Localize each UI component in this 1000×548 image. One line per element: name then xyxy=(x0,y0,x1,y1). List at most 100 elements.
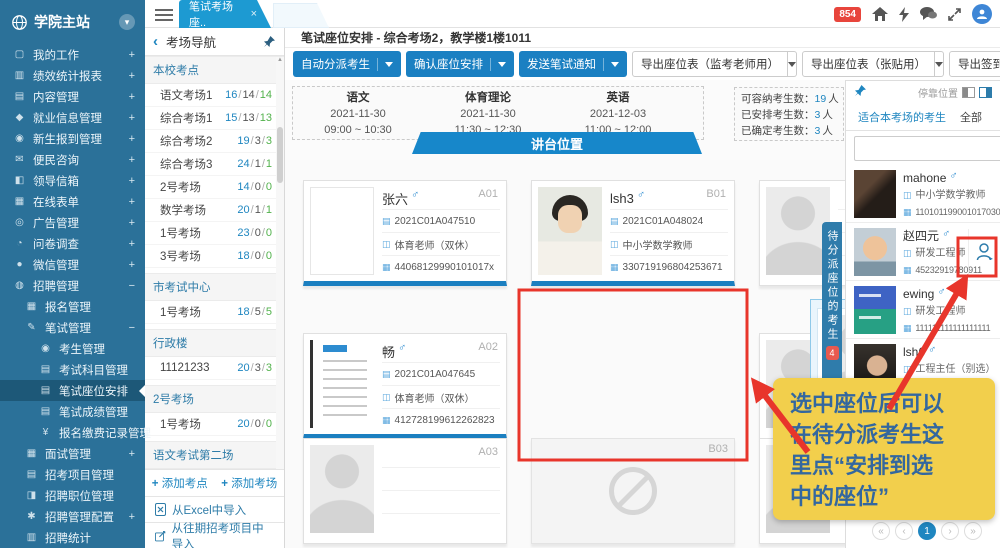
room-item[interactable]: 1号考场2300 xyxy=(145,222,284,245)
room-item[interactable]: 综合考场1151313 xyxy=(145,107,284,130)
import-history-button[interactable]: 从往期招考项目中导入 xyxy=(145,522,284,548)
dock-right-icon[interactable] xyxy=(979,87,992,98)
room-item[interactable]: 数学考场2011 xyxy=(145,199,284,222)
caret-down-icon[interactable] xyxy=(490,58,506,71)
tab-title: 笔试考场座.. xyxy=(189,0,245,30)
room-item[interactable]: 1号考场2000 xyxy=(145,413,284,436)
close-icon[interactable]: × xyxy=(251,8,257,20)
site-section-header[interactable]: 2号考场 xyxy=(145,385,284,413)
room-item[interactable]: 3号考场1800 xyxy=(145,245,284,268)
sidebar-item-online-form[interactable]: ▦在线表单+ xyxy=(0,191,145,212)
add-room-button[interactable]: + 添加考场 xyxy=(221,475,277,491)
assign-to-seat-button[interactable] xyxy=(968,229,1000,274)
pin-icon[interactable] xyxy=(854,84,867,100)
sidebar-item-leader-mailbox[interactable]: ◧领导信箱+ xyxy=(0,170,145,191)
user-avatar[interactable] xyxy=(972,4,992,24)
seat-card-a02[interactable]: A02 畅♂ ▤2021C01A047645 ◫体育老师（双休） ▦412728… xyxy=(303,333,507,439)
job-icon: ◫ xyxy=(903,364,912,374)
room-item[interactable]: 2号考场1400 xyxy=(145,176,284,199)
page-last-button[interactable]: » xyxy=(964,522,982,540)
sidebar-item-survey[interactable]: ◔问卷调查+ xyxy=(0,233,145,254)
sidebar-item-candidate-mgmt[interactable]: ◉考生管理 xyxy=(0,338,145,359)
sidebar-item-score-mgmt[interactable]: ▤笔试成绩管理 xyxy=(0,401,145,422)
site-section-header[interactable]: 语文考试第二场 xyxy=(145,441,284,469)
yen-icon: ¥ xyxy=(38,427,53,438)
tab-suitable-candidates[interactable]: 适合本考场的考生 xyxy=(846,109,954,125)
sidebar-item-performance-report[interactable]: ▥绩效统计报表+ xyxy=(0,65,145,86)
sidebar-item-written-exam-mgmt[interactable]: ✎笔试管理− xyxy=(0,317,145,338)
home-icon[interactable] xyxy=(872,7,888,21)
sidebar-item-new-student[interactable]: ◉新生报到管理+ xyxy=(0,128,145,149)
tab-exam-room-seat[interactable]: 笔试考场座.. × xyxy=(179,0,271,28)
menu-icon[interactable] xyxy=(155,6,173,21)
auto-assign-button[interactable]: 自动分派考生 xyxy=(293,51,401,77)
waiting-candidates-tab[interactable]: 待分派座位的考生 4 xyxy=(822,222,842,394)
idcard-icon: ▦ xyxy=(903,207,911,217)
candidate-row-zhaosiyuan[interactable]: 赵四元♂ ◫研发工程师 ▦45232919780911 xyxy=(846,223,1000,281)
export-signin-button[interactable]: 导出签到表 xyxy=(949,51,1000,77)
room-item[interactable]: 111212332033 xyxy=(145,357,284,380)
sidebar-item-recruit-config[interactable]: ✱招聘管理配置+ xyxy=(0,506,145,527)
export-post-button[interactable]: 导出座位表（张贴用） xyxy=(802,51,935,77)
tab-all-candidates[interactable]: 全部 xyxy=(960,109,1000,125)
export-invigilator-button[interactable]: 导出座位表（监考老师用） xyxy=(632,51,788,77)
resize-icon[interactable] xyxy=(948,8,961,21)
candidate-row-ewing[interactable]: ewing♂ ◫研发工程师 ▦111111111111111111 xyxy=(846,281,1000,339)
idcard-icon: ▦ xyxy=(903,323,911,333)
seat-card-b01[interactable]: B01 lsh3♂ ▤2021C01A048024 ◫中小学数学教师 ▦3307… xyxy=(531,180,735,286)
seat-card-b03-blocked[interactable]: B03 xyxy=(531,438,735,544)
room-item[interactable]: 1号考场1855 xyxy=(145,301,284,324)
seat-card-a03[interactable]: A03 xyxy=(303,438,507,544)
caret-down-icon[interactable] xyxy=(935,51,944,77)
room-item-current[interactable]: 综合考场21933 xyxy=(145,130,284,153)
sidebar-item-recruit-project[interactable]: ▤招考项目管理 xyxy=(0,464,145,485)
brand-row[interactable]: 学院主站 ▾ xyxy=(0,0,145,44)
sidebar-item-subject-mgmt[interactable]: ▤考试科目管理 xyxy=(0,359,145,380)
chevron-down-icon[interactable]: ▾ xyxy=(119,14,135,30)
search-input[interactable] xyxy=(854,136,1000,161)
back-icon[interactable]: ‹ xyxy=(153,33,158,50)
expand-icon: + xyxy=(125,259,135,271)
site-section-header[interactable]: 行政楼 xyxy=(145,329,284,357)
sidebar-item-signup-mgmt[interactable]: ▦报名管理 xyxy=(0,296,145,317)
sidebar-item-position-mgmt[interactable]: ◨招聘职位管理 xyxy=(0,485,145,506)
page-prev-button[interactable]: ‹ xyxy=(895,522,913,540)
page-next-button[interactable]: › xyxy=(941,522,959,540)
import-excel-button[interactable]: 从Excel中导入 xyxy=(145,496,284,522)
blocked-seat-icon xyxy=(609,467,657,515)
flash-icon[interactable] xyxy=(899,7,909,22)
page-first-button[interactable]: « xyxy=(872,522,890,540)
candidate-row-mahone[interactable]: mahone♂ ◫中小学数学教师 ▦110101199001017030 xyxy=(846,165,1000,223)
site-section-header[interactable]: 本校考点 xyxy=(145,56,284,84)
sidebar-item-my-work[interactable]: ▢我的工作+ xyxy=(0,44,145,65)
sidebar-item-employment-info[interactable]: ◆就业信息管理+ xyxy=(0,107,145,128)
sidebar-item-ads[interactable]: ◎广告管理+ xyxy=(0,212,145,233)
scrollbar-thumb[interactable] xyxy=(277,127,283,183)
seat-card-a01[interactable]: A01 张六♂ ▤2021C01A047510 ◫体育老师（双休） ▦44068… xyxy=(303,180,507,286)
sidebar-item-recruit-stats[interactable]: ▥招聘统计 xyxy=(0,527,145,548)
room-item[interactable]: 综合考场32411 xyxy=(145,153,284,176)
sidebar-item-recruit-mgmt[interactable]: ◍招聘管理− xyxy=(0,275,145,296)
page-number-current[interactable]: 1 xyxy=(918,522,936,540)
sidebar-item-seat-arrangement[interactable]: ▤笔试座位安排 xyxy=(0,380,145,401)
scrollbar[interactable]: ▲ ▼ xyxy=(276,57,284,493)
chat-icon[interactable] xyxy=(920,7,937,21)
sidebar-item-wechat[interactable]: ●微信管理+ xyxy=(0,254,145,275)
confirm-seats-button[interactable]: 确认座位安排 xyxy=(406,51,514,77)
room-item[interactable]: 语文考场1161414 xyxy=(145,84,284,107)
add-site-button[interactable]: + 添加考点 xyxy=(152,475,208,491)
sidebar-item-consult[interactable]: ✉便民咨询+ xyxy=(0,149,145,170)
send-notice-button[interactable]: 发送笔试通知 xyxy=(519,51,627,77)
dock-left-icon[interactable] xyxy=(962,87,975,98)
monitor-icon: ▢ xyxy=(12,49,27,60)
sidebar-item-interview-mgmt[interactable]: ▦面试管理+ xyxy=(0,443,145,464)
sidebar-item-payment-records[interactable]: ¥报名缴费记录管理 xyxy=(0,422,145,443)
caret-down-icon[interactable] xyxy=(788,51,797,77)
pin-icon[interactable] xyxy=(263,35,276,48)
caret-down-icon[interactable] xyxy=(603,58,619,71)
notification-badge[interactable]: 854 xyxy=(834,7,861,22)
sidebar-item-content-mgmt[interactable]: ▤内容管理+ xyxy=(0,86,145,107)
caret-down-icon[interactable] xyxy=(377,58,393,71)
topbar: 笔试考场座.. × 854 xyxy=(145,0,1000,28)
site-section-header[interactable]: 市考试中心 xyxy=(145,273,284,301)
